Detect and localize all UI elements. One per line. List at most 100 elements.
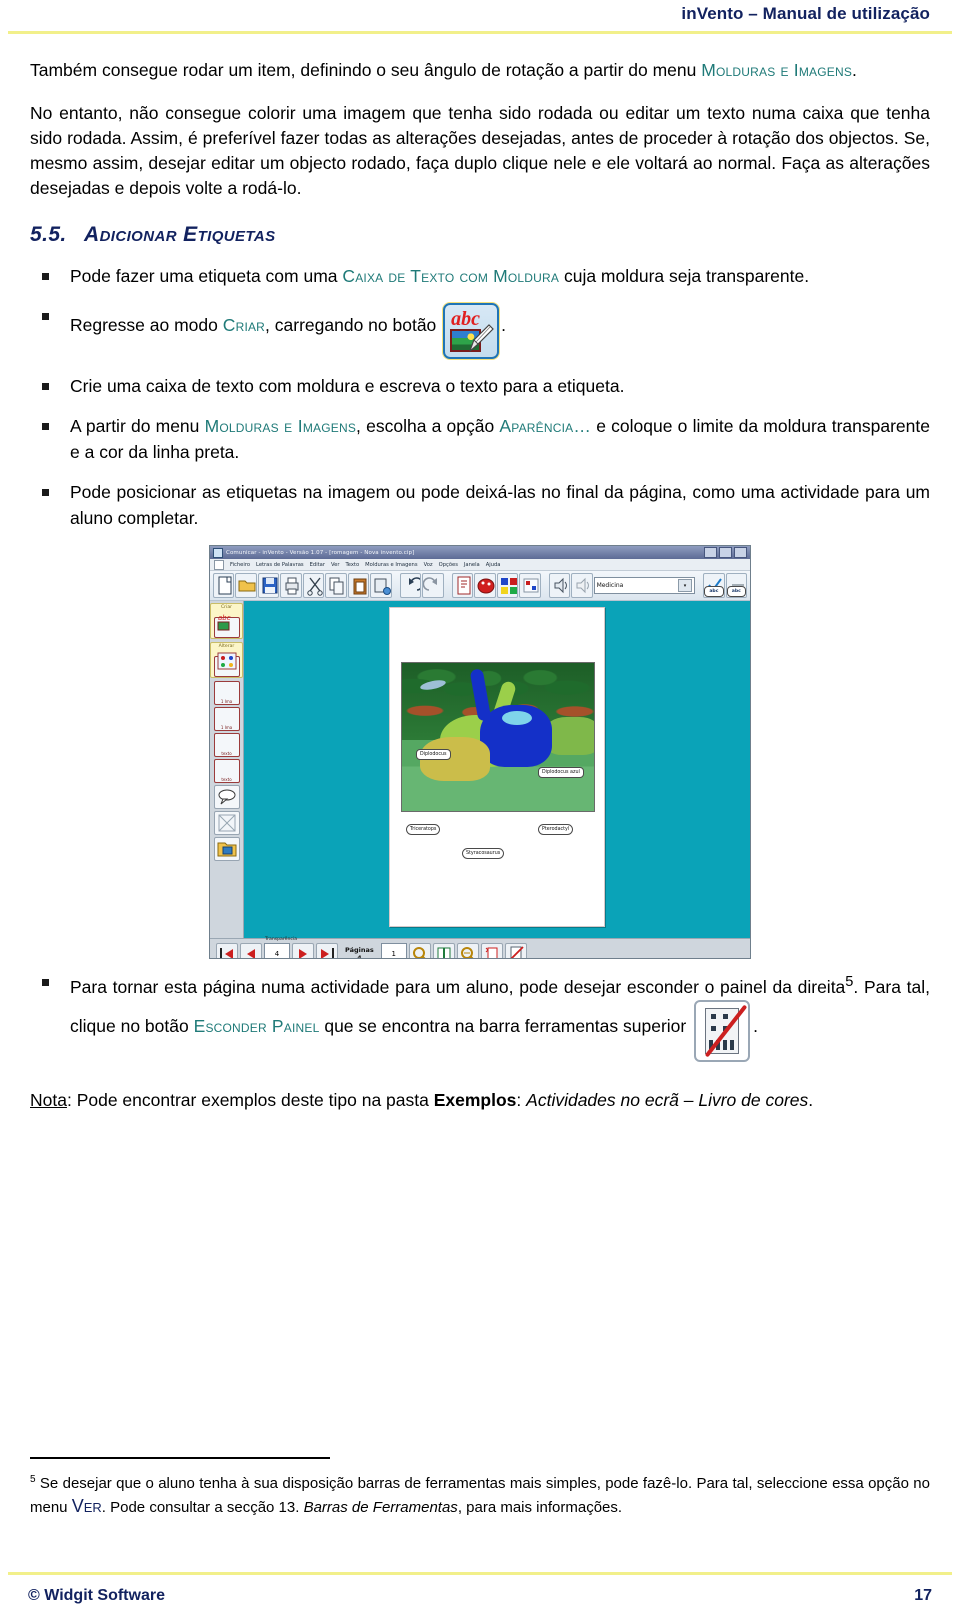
menu-item-ficheiro[interactable]: Ficheiro bbox=[230, 562, 250, 568]
panel-dot-2 bbox=[723, 1013, 729, 1019]
menu-item-janela[interactable]: Janela bbox=[464, 562, 480, 568]
next-page-icon[interactable] bbox=[292, 943, 314, 958]
text-frame-alt-label: texto bbox=[221, 776, 232, 782]
transparency-spinner[interactable]: Transparência 4 bbox=[264, 937, 297, 958]
panel-bar-4 bbox=[730, 1039, 735, 1050]
menu-item-opcoes[interactable]: Opções bbox=[439, 562, 458, 568]
canvas-label-diplodocus[interactable]: Diplodocus bbox=[416, 749, 451, 760]
app-status-bar[interactable]: Transparência 4 Páginas 4 1 bbox=[210, 937, 750, 958]
minimize-button[interactable] bbox=[704, 547, 717, 558]
copy-icon[interactable] bbox=[325, 573, 347, 598]
document-page: inVento – Manual de utilização Também co… bbox=[0, 0, 960, 1621]
document-sheet[interactable]: Diplodocus Diplodocus azul Triceratops P… bbox=[389, 607, 605, 927]
prev-page-icon[interactable] bbox=[240, 943, 262, 958]
app-toolbar[interactable]: Medicina ▾ abc abc bbox=[210, 571, 750, 601]
footnote-5: 5 Se desejar que o aluno tenha à sua dis… bbox=[30, 1468, 930, 1519]
create-label-icon[interactable]: abc bbox=[213, 614, 240, 638]
print-icon[interactable] bbox=[280, 573, 302, 598]
footer-copyright: © Widgit Software bbox=[28, 1587, 165, 1604]
menu-option-aparencia: Aparência… bbox=[499, 416, 592, 436]
symbol-set-combobox[interactable]: Medicina ▾ bbox=[593, 577, 695, 594]
section-number: 5.5. bbox=[30, 223, 67, 246]
list-item-caixa-texto: Pode fazer uma etiqueta com uma Caixa de… bbox=[30, 263, 930, 289]
footnote-text-c: , para mais informações. bbox=[457, 1499, 623, 1516]
b1-text-b: cuja moldura seja transparente. bbox=[559, 266, 810, 286]
speaker-off-icon[interactable] bbox=[571, 573, 593, 598]
speaker-icon[interactable] bbox=[548, 573, 571, 598]
hide-panel-icon[interactable] bbox=[504, 943, 527, 958]
sidebar-group-criar: Criar abc bbox=[210, 603, 243, 639]
para1-text-b: . bbox=[852, 60, 857, 80]
alter-object-icon[interactable] bbox=[213, 652, 240, 677]
canvas-label-pterodactyl[interactable]: Pterodactyl bbox=[538, 824, 574, 835]
redo-icon[interactable] bbox=[422, 573, 444, 598]
abc-create-label-icon[interactable]: abc bbox=[443, 303, 500, 359]
frame-left-icon[interactable]: 1 Ima bbox=[213, 681, 240, 705]
menu-item-texto[interactable]: Texto bbox=[345, 562, 359, 568]
paste-special-icon[interactable] bbox=[370, 573, 392, 598]
footnote-italic-section: Barras de Ferramentas bbox=[303, 1499, 458, 1516]
paste-icon[interactable] bbox=[347, 573, 370, 598]
b6-text-c: que se encontra na barra ferramentas sup… bbox=[319, 1015, 687, 1036]
app-menu-bar[interactable]: Ficheiro Letras de Palavras Editar Ver T… bbox=[210, 559, 750, 571]
colour-picker-icon[interactable] bbox=[519, 573, 541, 598]
combobox-value: Medicina bbox=[596, 582, 624, 589]
page-rotate-icon[interactable] bbox=[480, 943, 503, 958]
app-page-canvas[interactable]: Diplodocus Diplodocus azul Triceratops P… bbox=[244, 601, 750, 938]
window-controls[interactable] bbox=[704, 547, 747, 558]
menu-item-molduras[interactable]: Molduras e Imagens bbox=[365, 562, 417, 568]
page-header: inVento – Manual de utilização bbox=[0, 0, 960, 44]
note-bold-exemplos: Exemplos bbox=[433, 1089, 517, 1110]
first-page-icon[interactable] bbox=[216, 943, 238, 958]
new-document-icon[interactable] bbox=[213, 573, 235, 598]
rotate-icon[interactable] bbox=[213, 811, 240, 835]
palette-icon[interactable] bbox=[474, 573, 496, 598]
svg-text:abc: abc bbox=[218, 617, 231, 622]
paragraph-rotation-menu: Também consegue rodar um item, definindo… bbox=[30, 58, 930, 83]
menu-item-editar[interactable]: Editar bbox=[310, 562, 325, 568]
b4-text-b: , escolha a opção bbox=[356, 416, 500, 436]
fit-width-icon[interactable] bbox=[432, 943, 455, 958]
canvas-label-styracosaurus[interactable]: Styracosaurus bbox=[462, 848, 505, 859]
speech-bubble-icon[interactable] bbox=[213, 785, 240, 809]
frame-right-label: 1 Ima bbox=[220, 724, 233, 730]
text-box-icon[interactable] bbox=[451, 573, 474, 598]
abc-123-icon[interactable]: abc bbox=[725, 573, 748, 598]
text-frame-icon[interactable]: texto bbox=[213, 733, 240, 757]
app-title-bar: Comunicar - inVento - Versão 1.07 - [rom… bbox=[210, 546, 750, 559]
esconder-painel-button-icon[interactable] bbox=[694, 999, 751, 1062]
current-page-box[interactable]: 1 bbox=[380, 943, 407, 958]
b2-text-c: . bbox=[501, 315, 507, 335]
last-page-icon[interactable] bbox=[316, 943, 338, 958]
menu-reference-molduras-imagens: Molduras e Imagens bbox=[701, 60, 853, 80]
note-italic-path: Actividades no ecrã – Livro de cores bbox=[526, 1089, 809, 1110]
text-frame-alt-icon[interactable]: texto bbox=[213, 759, 240, 783]
spellcheck-abc-icon[interactable]: abc bbox=[703, 573, 725, 598]
menu-item-ajuda[interactable]: Ajuda bbox=[486, 562, 501, 568]
open-folder-icon[interactable] bbox=[235, 573, 257, 598]
canvas-label-triceratops[interactable]: Triceratops bbox=[406, 824, 441, 835]
chevron-down-icon[interactable]: ▾ bbox=[677, 579, 692, 592]
list-item-posicionar-etiquetas: Pode posicionar as etiquetas na imagem o… bbox=[30, 479, 930, 531]
undo-icon[interactable] bbox=[399, 573, 422, 598]
app-title-text: Comunicar - inVento - Versão 1.07 - [rom… bbox=[226, 549, 415, 556]
menu-item-voz[interactable]: Voz bbox=[424, 562, 433, 568]
close-button[interactable] bbox=[734, 547, 747, 558]
maximize-button[interactable] bbox=[719, 547, 732, 558]
colour-squares-icon[interactable] bbox=[496, 573, 519, 598]
app-window-icon bbox=[213, 547, 223, 558]
zoom-out-icon[interactable] bbox=[456, 943, 479, 958]
cut-scissors-icon[interactable] bbox=[302, 573, 325, 598]
footnote-menu-ver: Ver bbox=[71, 1496, 102, 1516]
picture-folder-icon[interactable] bbox=[213, 837, 240, 861]
canvas-label-diplodocus-azul[interactable]: Diplodocus azul bbox=[538, 767, 584, 778]
app-left-toolbar[interactable]: Criar abc Alterar 1 Ima 1 Ima texto text… bbox=[210, 601, 244, 938]
app-workspace: Criar abc Alterar 1 Ima 1 Ima texto text… bbox=[210, 601, 750, 938]
menu-item-letras[interactable]: Letras de Palavras bbox=[256, 562, 304, 568]
frame-right-icon[interactable]: 1 Ima bbox=[213, 707, 240, 731]
zoom-in-icon[interactable] bbox=[408, 943, 431, 958]
menu-item-ver[interactable]: Ver bbox=[331, 562, 339, 568]
term-esconder-painel: Esconder Painel bbox=[193, 1015, 320, 1036]
save-disk-icon[interactable] bbox=[257, 573, 280, 598]
dinosaur-illustration[interactable]: Diplodocus Diplodocus azul bbox=[401, 662, 595, 812]
